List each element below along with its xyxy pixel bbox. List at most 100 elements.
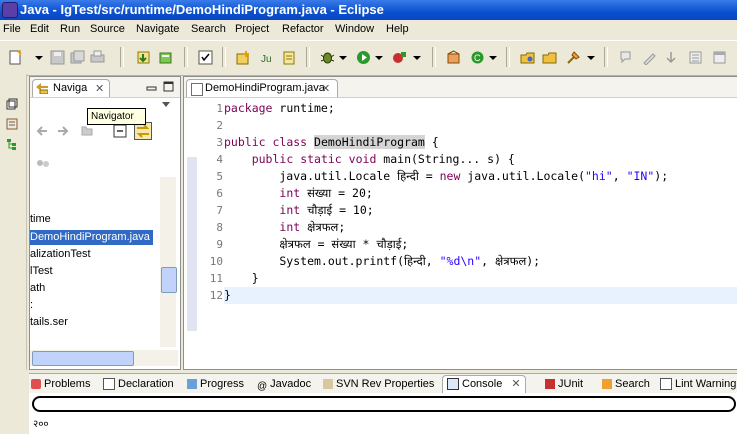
tab-lint-warnings[interactable]: Lint Warning bbox=[660, 376, 736, 392]
hierarchy-view-icon[interactable] bbox=[6, 138, 18, 150]
tree-item[interactable]: ath bbox=[30, 281, 45, 296]
code-line[interactable]: public class DemoHindiProgram { bbox=[224, 134, 737, 151]
dropdown-arrow-icon[interactable] bbox=[584, 50, 599, 65]
code-line[interactable]: int संख्या = 20; bbox=[224, 185, 737, 202]
scrollbar-thumb[interactable] bbox=[32, 351, 134, 366]
annotation-icon[interactable] bbox=[618, 50, 633, 65]
code-line[interactable]: क्षेत्रफल = संख्या * चौड़ाई; bbox=[224, 236, 737, 253]
editor-gutter bbox=[184, 99, 198, 367]
code-line[interactable]: } bbox=[224, 270, 737, 287]
toolbar-separator bbox=[604, 47, 608, 67]
dropdown-arrow-icon[interactable] bbox=[372, 50, 387, 65]
menu-source[interactable]: Source bbox=[90, 23, 125, 35]
tree-item[interactable]: time bbox=[30, 212, 51, 227]
android-sdk-icon[interactable] bbox=[158, 50, 173, 65]
debug-icon[interactable] bbox=[320, 50, 335, 65]
menu-edit[interactable]: Edit bbox=[30, 23, 49, 35]
new-android-project-icon[interactable] bbox=[236, 50, 251, 65]
menu-navigate[interactable]: Navigate bbox=[136, 23, 179, 35]
collapse-all-icon[interactable] bbox=[113, 124, 127, 138]
range-indicator bbox=[187, 157, 197, 331]
tree-item[interactable]: tails.ser bbox=[30, 315, 68, 330]
code-line[interactable]: } bbox=[224, 287, 737, 304]
new-junit-icon[interactable]: Ju bbox=[260, 50, 275, 65]
external-tools-icon[interactable] bbox=[392, 50, 407, 65]
close-console-icon[interactable]: ✕ bbox=[511, 378, 520, 390]
menu-run[interactable]: Run bbox=[60, 23, 80, 35]
tab-console[interactable]: Console ✕ bbox=[442, 375, 526, 394]
code-line[interactable]: System.out.printf(हिन्दी, "%d\n", क्षेत्… bbox=[224, 253, 737, 270]
open-folder-icon[interactable] bbox=[542, 50, 557, 65]
tab-javadoc[interactable]: @ Javadoc bbox=[257, 376, 311, 392]
print-icon[interactable] bbox=[90, 50, 105, 65]
minimize-icon[interactable] bbox=[146, 81, 157, 92]
tab-label: Search bbox=[615, 378, 650, 390]
view-menu-icon[interactable] bbox=[161, 101, 171, 109]
code-line[interactable]: int चौड़ाई = 10; bbox=[224, 202, 737, 219]
tab-junit[interactable]: JUnit bbox=[545, 376, 583, 392]
dropdown-arrow-icon[interactable] bbox=[336, 50, 351, 65]
console-output[interactable]: २०० bbox=[33, 416, 49, 430]
tab-progress[interactable]: Progress bbox=[187, 376, 244, 392]
new-class-icon[interactable]: C bbox=[470, 50, 485, 65]
code-area[interactable]: package runtime; public class DemoHindiP… bbox=[224, 100, 737, 304]
declaration-icon bbox=[103, 378, 115, 391]
tab-label: JUnit bbox=[558, 378, 584, 390]
svg-text:Ju: Ju bbox=[261, 54, 272, 65]
dropdown-arrow-icon[interactable] bbox=[486, 50, 501, 65]
code-line[interactable]: int क्षेत्रफल; bbox=[224, 219, 737, 236]
tree-item-selected[interactable]: DemoHindiProgram.java bbox=[30, 230, 153, 245]
new-icon[interactable] bbox=[8, 50, 23, 65]
scrollbar-thumb[interactable] bbox=[161, 267, 177, 293]
outline-view-icon[interactable] bbox=[6, 118, 18, 130]
dropdown-arrow-icon[interactable] bbox=[32, 50, 47, 65]
maximize-icon[interactable] bbox=[163, 81, 174, 92]
line-number: 5 bbox=[216, 170, 223, 183]
navigator-vertical-scrollbar[interactable] bbox=[160, 177, 177, 347]
new-file-icon[interactable] bbox=[282, 50, 297, 65]
search-tool-icon[interactable] bbox=[566, 50, 581, 65]
tab-demohindiprogram[interactable]: DemoHindiProgram.java ✕ bbox=[186, 79, 338, 97]
tab-search[interactable]: Search bbox=[602, 376, 650, 392]
tree-item[interactable]: lTest bbox=[30, 264, 53, 279]
forward-icon[interactable] bbox=[56, 124, 70, 138]
build-icon[interactable] bbox=[136, 50, 151, 65]
new-package-icon[interactable] bbox=[446, 50, 461, 65]
save-icon[interactable] bbox=[50, 50, 65, 65]
tab-declaration[interactable]: Declaration bbox=[103, 376, 174, 392]
menu-window[interactable]: Window bbox=[335, 23, 374, 35]
tab-navigator[interactable]: Naviga ✕ bbox=[32, 79, 110, 97]
tree-item[interactable]: : bbox=[30, 298, 33, 313]
code-line[interactable]: java.util.Locale हिन्दी = new java.util.… bbox=[224, 168, 737, 185]
menu-project[interactable]: Project bbox=[235, 23, 269, 35]
save-all-icon[interactable] bbox=[70, 50, 85, 65]
dropdown-arrow-icon[interactable] bbox=[410, 50, 425, 65]
window-title: Java - IgTest/src/runtime/DemoHindiProgr… bbox=[20, 2, 384, 17]
next-annotation-icon[interactable] bbox=[664, 50, 679, 65]
menu-file[interactable]: File bbox=[3, 23, 21, 35]
navigator-horizontal-scrollbar[interactable] bbox=[30, 350, 178, 366]
open-type-icon[interactable] bbox=[520, 50, 535, 65]
up-icon[interactable] bbox=[80, 124, 94, 138]
menu-help[interactable]: Help bbox=[386, 23, 409, 35]
back-icon[interactable] bbox=[35, 124, 49, 138]
checklist-icon[interactable] bbox=[198, 50, 213, 65]
restore-view-icon[interactable] bbox=[6, 98, 18, 110]
pen-icon[interactable] bbox=[642, 50, 657, 65]
close-navigator-icon[interactable]: ✕ bbox=[95, 82, 104, 95]
close-editor-icon[interactable]: ✕ bbox=[321, 82, 330, 95]
editor-tab-label: DemoHindiProgram.java bbox=[205, 82, 325, 94]
tab-svn-rev-properties[interactable]: SVN Rev Properties bbox=[323, 376, 434, 392]
menu-refactor[interactable]: Refactor bbox=[282, 23, 324, 35]
menu-search[interactable]: Search bbox=[191, 23, 226, 35]
code-line[interactable]: package runtime; bbox=[224, 100, 737, 117]
window-icon[interactable] bbox=[712, 50, 727, 65]
task-list-icon[interactable] bbox=[688, 50, 703, 65]
run-icon[interactable] bbox=[356, 50, 371, 65]
code-line[interactable]: public static void main(String... s) { bbox=[224, 151, 737, 168]
code-line[interactable] bbox=[224, 117, 737, 134]
progress-icon bbox=[187, 379, 197, 390]
tree-item[interactable]: alizationTest bbox=[30, 247, 91, 262]
left-trim-strip bbox=[0, 74, 27, 370]
tab-problems[interactable]: Problems bbox=[31, 376, 90, 392]
